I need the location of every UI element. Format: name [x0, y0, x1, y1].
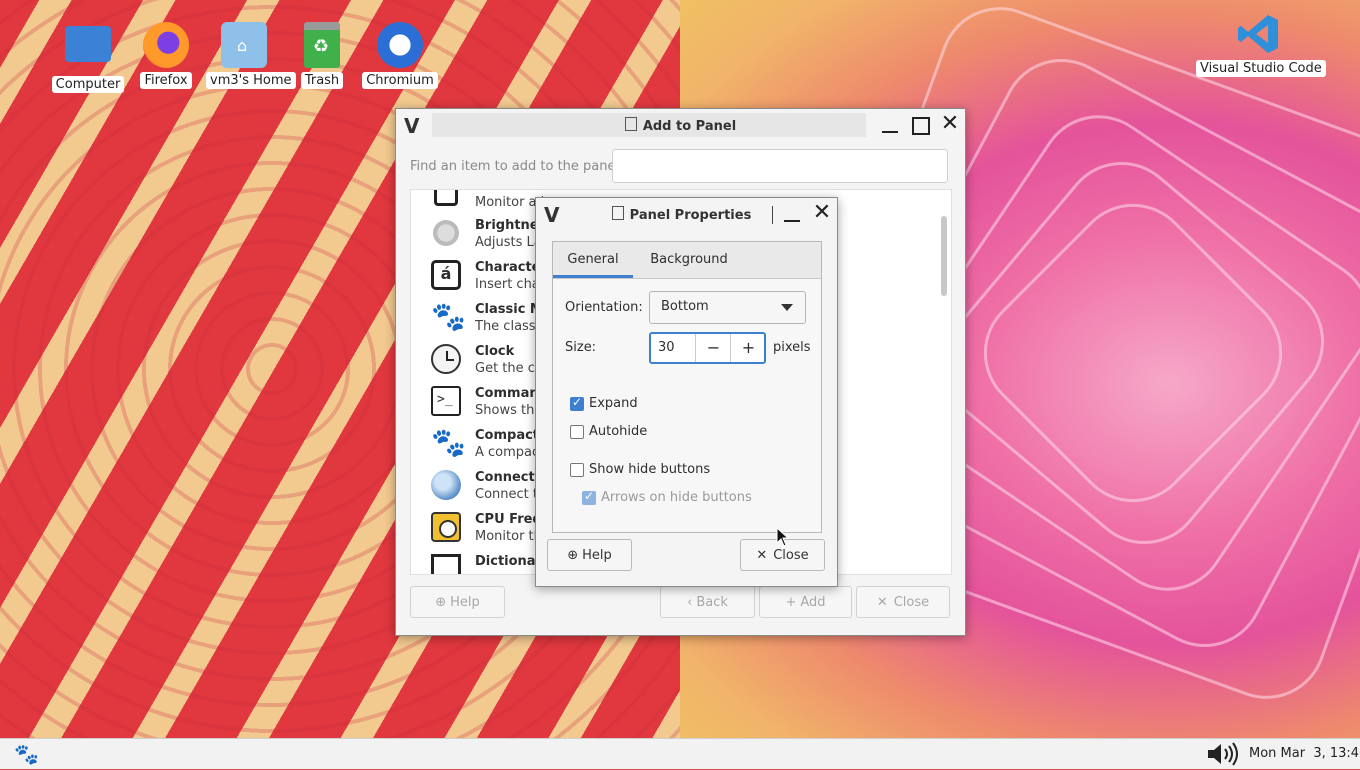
plus-icon: +	[785, 594, 797, 610]
expand-checkbox[interactable]	[570, 395, 584, 411]
show-hide-buttons-label: Show hide buttons	[589, 462, 711, 477]
orientation-select[interactable]: Bottom	[649, 291, 806, 324]
close-icon[interactable]: ✕	[810, 202, 834, 226]
desktop-icon-firefox[interactable]: Firefox	[128, 22, 204, 89]
arrows-on-hide-buttons-label: Arrows on hide buttons	[601, 490, 752, 505]
panel-properties-dialog: V Panel Properties ✕ General Background …	[535, 197, 838, 587]
desktop-icon-trash[interactable]: ♻ Trash	[284, 22, 360, 89]
desktop-icon-label: vm3's Home	[206, 72, 296, 89]
gnome-foot-icon: 🐾	[431, 426, 466, 459]
tab-general[interactable]: General	[553, 242, 633, 278]
clock-label[interactable]: Mon Mar 3, 13:46	[1249, 746, 1360, 761]
search-label: Find an item to add to the panel:	[410, 159, 624, 174]
arrow-left-icon: ‹	[687, 594, 693, 610]
chromium-icon	[377, 22, 423, 68]
size-label: Size:	[565, 340, 597, 355]
autohide-label: Autohide	[589, 424, 648, 439]
tab-bar: General Background	[553, 242, 821, 279]
minimize-button[interactable]	[878, 113, 902, 137]
battery-icon	[434, 190, 458, 206]
titlebar: V Panel Properties ✕	[536, 198, 837, 230]
desktop-icon-home[interactable]: ⌂ vm3's Home	[206, 22, 296, 89]
gnome-foot-icon[interactable]: 🐾	[14, 742, 39, 766]
title-separator	[772, 206, 773, 224]
help-button[interactable]: ⊕ Help	[547, 539, 632, 571]
chevron-down-icon	[781, 304, 793, 311]
desktop-icon-label: Trash	[300, 72, 344, 89]
size-increment-button[interactable]: +	[730, 334, 766, 362]
size-decrement-button[interactable]: −	[695, 334, 731, 362]
terminal-icon: >_	[431, 386, 461, 416]
show-hide-buttons-checkbox[interactable]	[570, 463, 584, 477]
app-icon	[611, 206, 624, 220]
orientation-label: Orientation:	[565, 300, 643, 315]
cpu-icon	[431, 512, 461, 542]
clock-icon	[431, 344, 461, 374]
maximize-button[interactable]	[908, 113, 932, 137]
desktop-icon-chromium[interactable]: Chromium	[362, 22, 438, 89]
close-button[interactable]: ✕ Close	[856, 586, 950, 618]
firefox-icon	[143, 22, 189, 68]
autohide-checkbox[interactable]	[570, 425, 584, 439]
search-input[interactable]	[612, 149, 948, 183]
taskbar: 🐾 Mon Mar 3, 13:46	[0, 738, 1360, 769]
size-unit-label: pixels	[773, 340, 811, 355]
gnome-foot-icon: 🐾	[431, 300, 466, 333]
globe-icon	[431, 470, 461, 500]
help-button[interactable]: ⊕ Help	[410, 586, 505, 618]
mouse-cursor-icon	[776, 527, 790, 547]
size-stepper[interactable]: 30 − +	[649, 332, 766, 364]
home-folder-icon: ⌂	[221, 22, 267, 68]
size-value[interactable]: 30	[658, 340, 675, 355]
expand-label: Expand	[589, 396, 638, 411]
desktop-icon-label: Computer	[51, 76, 125, 93]
help-icon: ⊕	[567, 547, 579, 563]
vscode-icon	[1236, 12, 1280, 56]
trash-icon: ♻	[304, 22, 340, 68]
desktop-icon-computer[interactable]: Computer	[50, 22, 126, 93]
computer-icon	[65, 26, 111, 62]
close-icon[interactable]: ✕	[938, 113, 962, 137]
desktop-icon-label: Firefox	[140, 72, 192, 89]
close-icon: ✕	[756, 547, 768, 563]
item-name: Clock	[475, 344, 515, 359]
desktop-icon-vscode[interactable]: Visual Studio Code	[1196, 12, 1326, 77]
character-palette-icon: á	[431, 260, 461, 290]
desktop-icon-label: Chromium	[362, 72, 438, 89]
close-icon: ✕	[876, 594, 888, 610]
dictionary-icon	[431, 554, 461, 574]
brightness-icon	[431, 218, 461, 248]
help-icon: ⊕	[435, 594, 447, 610]
minimize-button[interactable]	[780, 202, 804, 226]
back-button[interactable]: ‹ Back	[660, 586, 755, 618]
tab-background[interactable]: Background	[639, 242, 739, 278]
arrows-on-hide-buttons-checkbox	[582, 489, 596, 505]
titlebar: V Add to Panel ✕	[396, 109, 965, 141]
app-icon	[624, 117, 637, 131]
tab-panel: General Background Orientation: Bottom S…	[552, 241, 822, 533]
scrollbar[interactable]	[941, 216, 947, 296]
desktop-icon-label: Visual Studio Code	[1196, 60, 1326, 77]
volume-icon[interactable]	[1206, 742, 1242, 766]
add-button[interactable]: + Add	[759, 586, 852, 618]
